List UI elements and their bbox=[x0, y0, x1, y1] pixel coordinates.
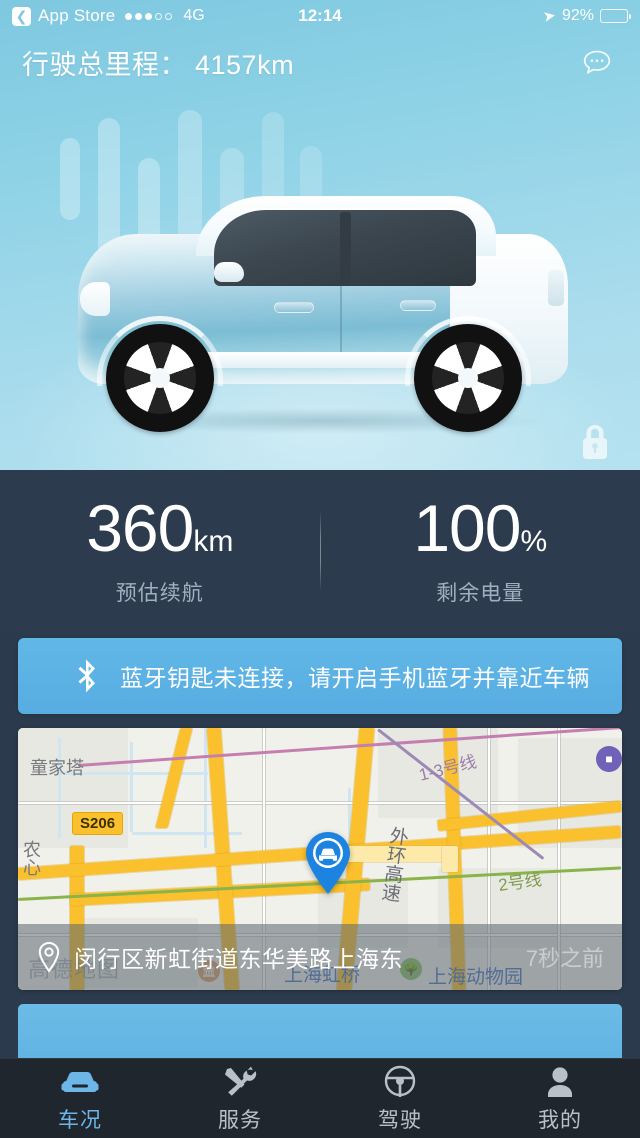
location-time-ago-label: 7秒之前 bbox=[525, 946, 604, 971]
tab-label-vehicle-status: 车况 bbox=[58, 1108, 102, 1132]
tab-driving[interactable]: 驾驶 bbox=[320, 1064, 480, 1134]
tab-service[interactable]: 服务 bbox=[160, 1064, 320, 1134]
status-bar: ❮ App Store 4G 12:14 ➤ 92% bbox=[0, 0, 640, 32]
vehicle-image bbox=[78, 196, 568, 446]
stat-estimated-range: 360km 预估续航 bbox=[0, 495, 320, 607]
vehicle-address-label: 闵行区新虹街道东华美路上海东 bbox=[74, 946, 403, 972]
location-arrow-icon: ➤ bbox=[542, 7, 558, 26]
bluetooth-icon bbox=[76, 659, 98, 693]
chat-bubble-icon[interactable] bbox=[576, 41, 618, 83]
map-poi-metro-badge-right: ■ bbox=[596, 746, 622, 772]
tools-icon bbox=[222, 1064, 258, 1098]
battery-label: 剩余电量 bbox=[436, 582, 525, 605]
total-mileage-label: 行驶总里程： 4157km bbox=[22, 49, 295, 80]
steering-wheel-icon bbox=[383, 1064, 417, 1098]
tab-label-service: 服务 bbox=[218, 1108, 262, 1132]
bluetooth-banner-text: 蓝牙钥匙未连接，请开启手机蓝牙并靠近车辆 bbox=[120, 665, 590, 691]
battery-icon bbox=[600, 9, 631, 23]
car-pin-marker[interactable] bbox=[300, 830, 356, 896]
tab-mine[interactable]: 我的 bbox=[480, 1064, 640, 1134]
person-icon bbox=[545, 1064, 575, 1098]
stat-battery-remaining: 100% 剩余电量 bbox=[321, 495, 640, 607]
network-type-label: 4G bbox=[183, 7, 205, 24]
map-label-nongxin: 农心 bbox=[21, 840, 41, 876]
bottom-tab-bar: 车况 服务 驾驶 我的 bbox=[0, 1058, 640, 1138]
tab-vehicle-status[interactable]: 车况 bbox=[0, 1064, 160, 1134]
map-address-overlay: 闵行区新虹街道东华美路上海东 7秒之前 bbox=[18, 924, 622, 990]
hero-header: 行驶总里程： 4157km bbox=[0, 36, 640, 88]
back-chevron-icon[interactable]: ❮ bbox=[12, 6, 31, 26]
map-label-tongjiata: 童家塔 bbox=[30, 758, 84, 778]
vehicle-hero-section: ❮ App Store 4G 12:14 ➤ 92% 行驶总里程： 4157km bbox=[0, 0, 640, 470]
lock-icon[interactable] bbox=[578, 422, 612, 462]
vehicle-stats-panel: 360km 预估续航 100% 剩余电量 bbox=[0, 470, 640, 632]
signal-strength-dots bbox=[125, 12, 173, 20]
car-icon bbox=[60, 1064, 100, 1098]
battery-value: 100% bbox=[413, 491, 548, 565]
tab-label-driving: 驾驶 bbox=[378, 1108, 422, 1132]
location-pin-icon bbox=[36, 941, 62, 973]
app-root: ❮ App Store 4G 12:14 ➤ 92% 行驶总里程： 4157km bbox=[0, 0, 640, 1138]
carrier-label: App Store bbox=[38, 6, 116, 25]
tab-label-mine: 我的 bbox=[538, 1108, 582, 1132]
vehicle-location-map[interactable]: 童家塔 农心 S206 1-3号线 外环高速 2号线 上海虹桥 上海动物园 🏛 … bbox=[18, 728, 622, 990]
range-label: 预估续航 bbox=[115, 582, 204, 605]
range-value: 360km bbox=[86, 491, 234, 565]
battery-percent-label: 92% bbox=[561, 7, 594, 24]
bluetooth-key-banner[interactable]: 蓝牙钥匙未连接，请开启手机蓝牙并靠近车辆 bbox=[18, 638, 622, 714]
highway-shield-s206: S206 bbox=[72, 812, 124, 835]
